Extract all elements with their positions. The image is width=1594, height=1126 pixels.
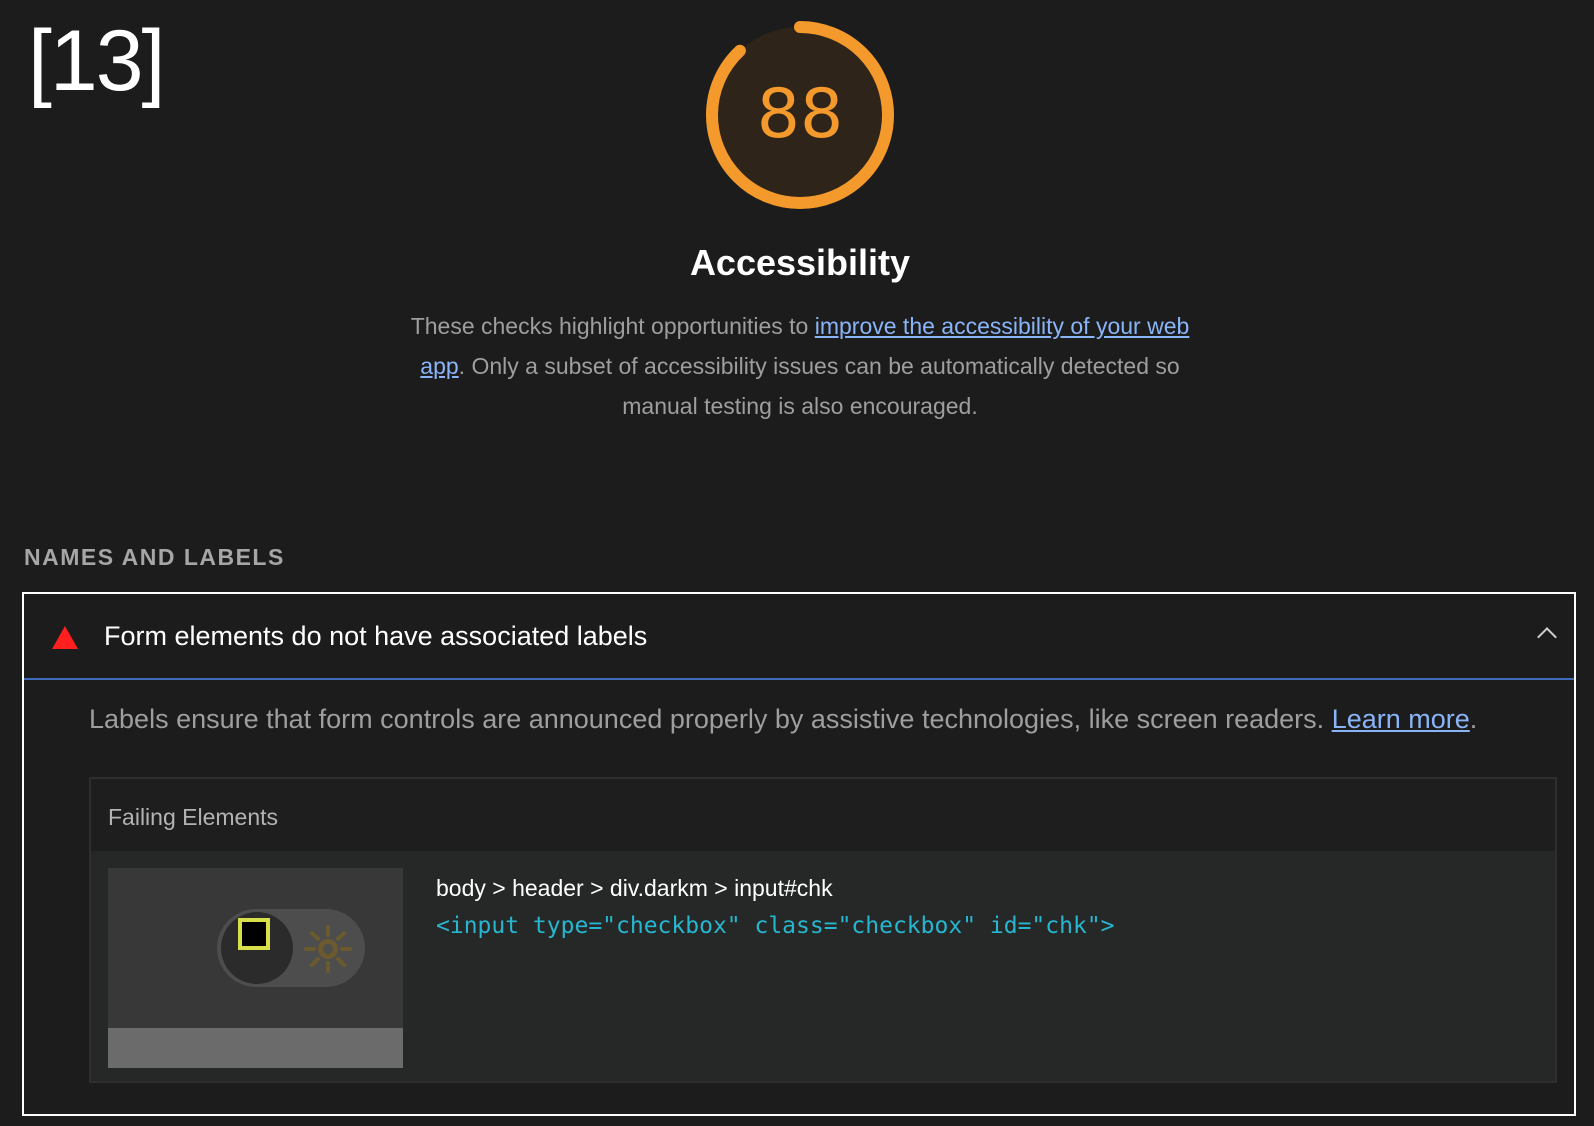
table-header-label: Failing Elements [108,804,279,830]
group-title: NAMES AND LABELS [24,544,285,570]
element-snippet: <input type="checkbox" class="checkbox" … [436,913,1115,939]
category-title: Accessibility [689,242,911,283]
category-desc-text: These checks highlight opportunities to [410,313,815,339]
slide-number: [13] [28,13,165,109]
gauge-score: 88 [756,75,844,154]
table-row[interactable]: body > header > div.darkm > input#chk <i… [91,851,1555,1081]
audit-form-labels: Form elements do not have associated lab… [22,592,1576,1116]
audit-desc-period: . [1469,704,1478,734]
table-header: Failing Elements [91,779,1555,851]
highlighted-checkbox [238,918,270,950]
audit-desc-text: Labels ensure that form controls are ann… [89,704,1332,734]
learn-more-link[interactable]: Learn more [1332,704,1470,734]
chevron-up-icon[interactable] [1537,627,1557,647]
audit-header[interactable]: Form elements do not have associated lab… [24,594,1574,680]
failing-elements-table: Failing Elements body > header > div.dar… [89,777,1557,1083]
audit-description: Labels ensure that form controls are ann… [89,704,1477,735]
category-description: These checks highlight opportunities to … [400,306,1200,426]
fail-triangle-icon [52,626,78,649]
audit-title: Form elements do not have associated lab… [104,621,648,651]
score-gauge: 88 [703,18,897,212]
element-screenshot [108,868,403,1068]
category-desc-text-end: . Only a subset of accessibility issues … [458,353,1180,419]
lighthouse-report: [13] 88 Accessibility These checks highl… [0,0,1594,1126]
element-selector: body > header > div.darkm > input#chk [436,875,833,901]
sun-icon [304,925,352,973]
screenshot-footer-bar [108,1028,403,1068]
